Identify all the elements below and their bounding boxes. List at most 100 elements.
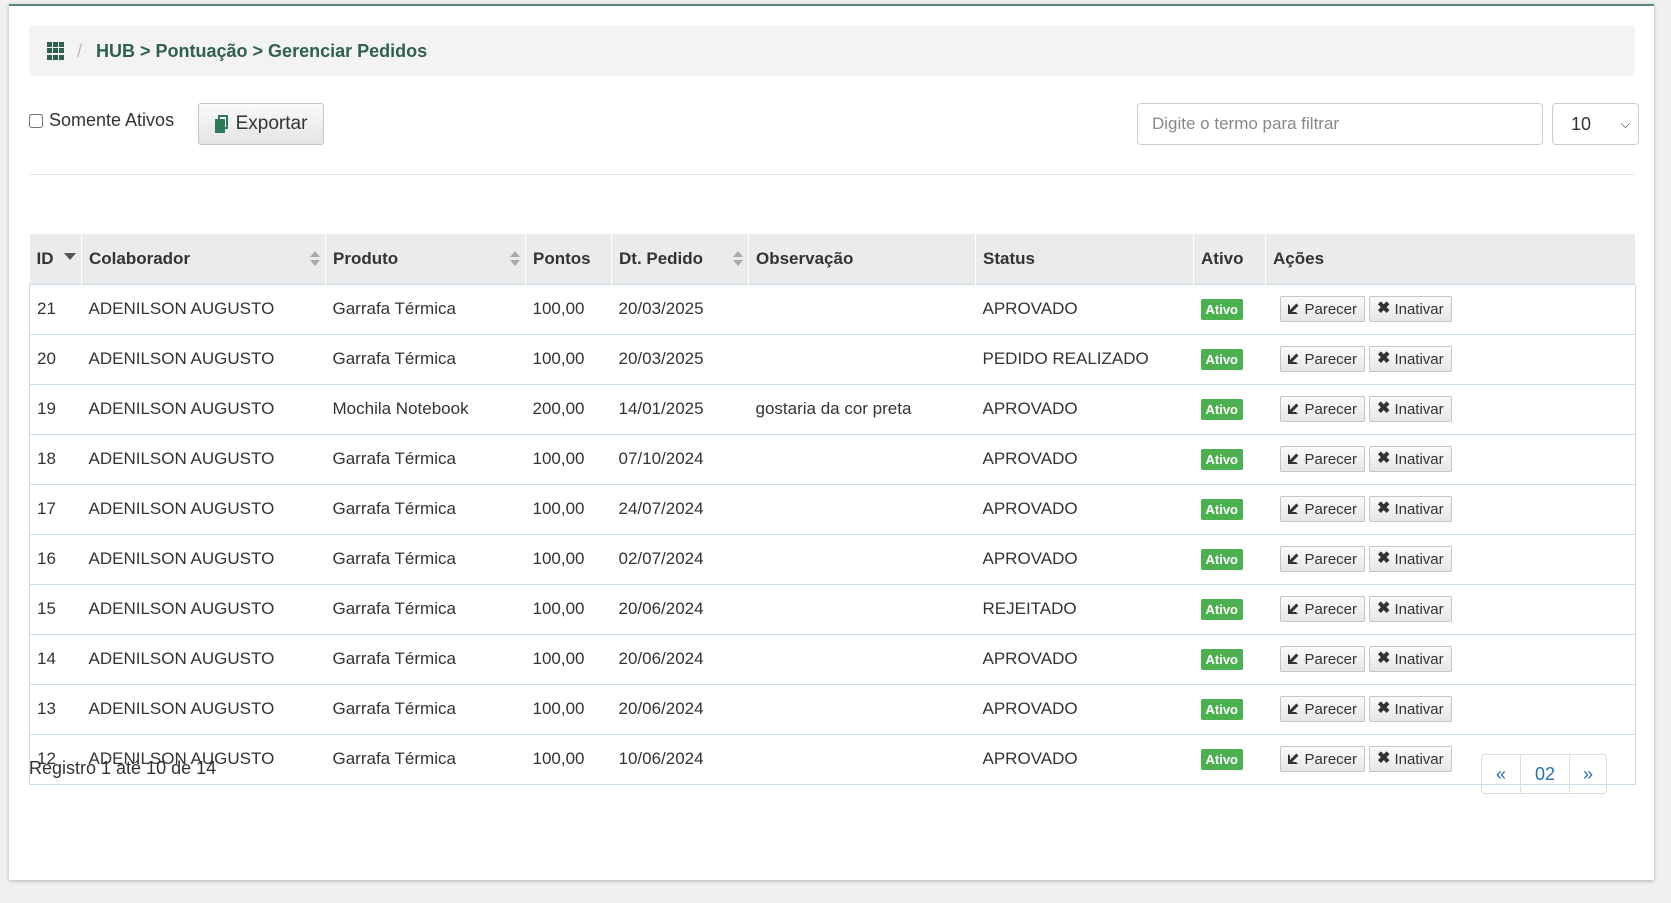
cell-colaborador: ADENILSON AUGUSTO	[81, 433, 326, 484]
sort-desc-icon	[64, 253, 76, 260]
review-button[interactable]: Parecer	[1279, 496, 1366, 522]
cell-pontos: 100,00	[525, 483, 612, 534]
cell-data: 20/03/2025	[611, 333, 749, 384]
cell-obs	[748, 433, 976, 484]
column-header-produto[interactable]: Produto	[325, 234, 526, 284]
table-row: 21 ADENILSON AUGUSTO Garrafa Térmica 100,00…	[29, 283, 1636, 334]
breadcrumb-path[interactable]: HUB > Pontuação > Gerenciar Pedidos	[96, 41, 427, 62]
cell-colaborador: ADENILSON AUGUSTO	[81, 483, 326, 534]
apps-grid-icon[interactable]	[47, 42, 65, 60]
cell-status: PEDIDO REALIZADO	[975, 333, 1194, 384]
cell-status: REJEITADO	[975, 583, 1194, 634]
cell-obs	[748, 483, 976, 534]
cell-produto: Garrafa Térmica	[325, 583, 526, 634]
only-active-label: Somente Ativos	[49, 110, 175, 130]
column-header-dt-pedido[interactable]: Dt. Pedido	[611, 234, 749, 284]
cell-acoes: Parecer ✖ Inativar	[1265, 533, 1636, 584]
pager-page-button[interactable]: 02	[1521, 755, 1570, 793]
review-button[interactable]: Parecer	[1279, 596, 1366, 622]
review-button[interactable]: Parecer	[1279, 646, 1366, 672]
cell-id: 13	[29, 683, 82, 734]
review-label: Parecer	[1304, 300, 1358, 318]
pager-next-button[interactable]: »	[1570, 755, 1606, 793]
table-row: 15 ADENILSON AUGUSTO Garrafa Térmica 100,00…	[29, 583, 1636, 634]
cell-ativo: Ativo	[1193, 283, 1266, 334]
cell-colaborador: ADENILSON AUGUSTO	[81, 583, 326, 634]
cell-produto: Garrafa Térmica	[325, 633, 526, 684]
cell-ativo: Ativo	[1193, 483, 1266, 534]
page-size-select[interactable]: 10 ⌵	[1552, 103, 1639, 145]
review-button[interactable]: Parecer	[1279, 296, 1366, 322]
cell-acoes: Parecer ✖ Inativar	[1265, 283, 1636, 334]
deactivate-button[interactable]: ✖ Inativar	[1369, 496, 1452, 522]
deactivate-button[interactable]: ✖ Inativar	[1369, 596, 1452, 622]
column-header-id[interactable]: ID	[29, 234, 82, 284]
review-button[interactable]: Parecer	[1279, 746, 1366, 772]
review-button[interactable]: Parecer	[1279, 446, 1366, 472]
deactivate-button[interactable]: ✖ Inativar	[1369, 746, 1452, 772]
cell-pontos: 100,00	[525, 683, 612, 734]
sort-icon	[310, 251, 320, 267]
table-row: 16 ADENILSON AUGUSTO Garrafa Térmica 100,00…	[29, 533, 1636, 584]
edit-icon	[1287, 753, 1301, 766]
cell-data: 20/06/2024	[611, 633, 749, 684]
pagination: « 02 »	[1481, 754, 1607, 794]
filter-input[interactable]	[1137, 103, 1543, 145]
deactivate-button[interactable]: ✖ Inativar	[1369, 696, 1452, 722]
edit-icon	[1287, 503, 1301, 516]
close-icon: ✖	[1377, 600, 1391, 617]
review-button[interactable]: Parecer	[1279, 696, 1366, 722]
deactivate-button[interactable]: ✖ Inativar	[1369, 296, 1452, 322]
status-badge: Ativo	[1200, 449, 1243, 470]
close-icon: ✖	[1377, 700, 1391, 717]
cell-data: 07/10/2024	[611, 433, 749, 484]
cell-obs	[748, 633, 976, 684]
table-row: 18 ADENILSON AUGUSTO Garrafa Térmica 100,00…	[29, 433, 1636, 484]
cell-pontos: 100,00	[525, 533, 612, 584]
deactivate-button[interactable]: ✖ Inativar	[1369, 646, 1452, 672]
cell-produto: Garrafa Térmica	[325, 733, 526, 785]
only-active-checkbox[interactable]	[29, 113, 43, 128]
cell-data: 20/03/2025	[611, 283, 749, 334]
deactivate-label: Inativar	[1394, 400, 1444, 418]
edit-icon	[1287, 553, 1301, 566]
review-label: Parecer	[1304, 600, 1358, 618]
cell-status: APROVADO	[975, 383, 1194, 434]
review-button[interactable]: Parecer	[1279, 396, 1366, 422]
edit-icon	[1287, 453, 1301, 466]
status-badge: Ativo	[1200, 599, 1243, 620]
cell-id: 15	[29, 583, 82, 634]
pager-prev-button[interactable]: «	[1482, 755, 1521, 793]
cell-obs: gostaria da cor preta	[748, 383, 976, 434]
review-label: Parecer	[1304, 400, 1358, 418]
only-active-filter[interactable]: Somente Ativos	[29, 110, 174, 131]
cell-produto: Garrafa Térmica	[325, 533, 526, 584]
cell-data: 24/07/2024	[611, 483, 749, 534]
cell-pontos: 100,00	[525, 283, 612, 334]
review-button[interactable]: Parecer	[1279, 546, 1366, 572]
deactivate-button[interactable]: ✖ Inativar	[1369, 446, 1452, 472]
deactivate-button[interactable]: ✖ Inativar	[1369, 396, 1452, 422]
cell-ativo: Ativo	[1193, 633, 1266, 684]
status-badge: Ativo	[1200, 549, 1243, 570]
cell-pontos: 200,00	[525, 383, 612, 434]
cell-obs	[748, 283, 976, 334]
deactivate-label: Inativar	[1394, 300, 1444, 318]
status-badge: Ativo	[1200, 749, 1243, 770]
deactivate-button[interactable]: ✖ Inativar	[1369, 546, 1452, 572]
export-button[interactable]: Exportar	[198, 103, 324, 145]
deactivate-label: Inativar	[1394, 700, 1444, 718]
column-header-colaborador[interactable]: Colaborador	[81, 234, 326, 284]
review-label: Parecer	[1304, 750, 1358, 768]
cell-pontos: 100,00	[525, 433, 612, 484]
close-icon: ✖	[1377, 400, 1391, 417]
edit-icon	[1287, 603, 1301, 616]
main-panel: / HUB > Pontuação > Gerenciar Pedidos So…	[9, 4, 1654, 880]
review-label: Parecer	[1304, 350, 1358, 368]
review-button[interactable]: Parecer	[1279, 346, 1366, 372]
close-icon: ✖	[1377, 550, 1391, 567]
cell-produto: Garrafa Térmica	[325, 683, 526, 734]
cell-data: 20/06/2024	[611, 683, 749, 734]
deactivate-button[interactable]: ✖ Inativar	[1369, 346, 1452, 372]
status-badge: Ativo	[1200, 399, 1243, 420]
